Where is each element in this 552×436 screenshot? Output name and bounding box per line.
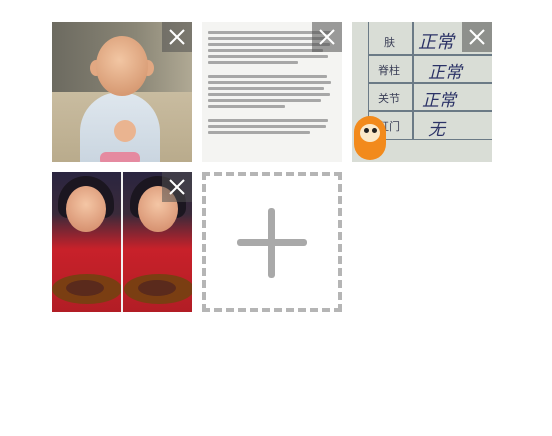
close-icon <box>319 29 335 45</box>
form-label: 关节 <box>378 92 400 105</box>
form-label: 肤 <box>384 36 395 49</box>
close-icon <box>469 29 485 45</box>
handwritten-value: 正常 <box>422 91 456 111</box>
photo-thumbnail-2[interactable] <box>202 22 342 162</box>
add-photo-button[interactable] <box>202 172 342 312</box>
image-picker-grid: 肤 脊柱 关节 肛门 正常 正常 正常 无 <box>0 0 552 436</box>
handwritten-value: 正常 <box>418 32 454 53</box>
form-label: 脊柱 <box>378 64 400 77</box>
close-icon <box>169 29 185 45</box>
cartoon-sticker <box>352 106 388 162</box>
remove-photo-4-button[interactable] <box>162 172 192 202</box>
handwritten-value: 无 <box>428 120 445 140</box>
photo-thumbnail-3[interactable]: 肤 脊柱 关节 肛门 正常 正常 正常 无 <box>352 22 492 162</box>
remove-photo-3-button[interactable] <box>462 22 492 52</box>
handwritten-value: 正常 <box>428 63 462 83</box>
remove-photo-2-button[interactable] <box>312 22 342 52</box>
close-icon <box>169 179 185 195</box>
photo-thumbnail-1[interactable] <box>52 22 192 162</box>
remove-photo-1-button[interactable] <box>162 22 192 52</box>
photo-thumbnail-4[interactable] <box>52 172 192 312</box>
